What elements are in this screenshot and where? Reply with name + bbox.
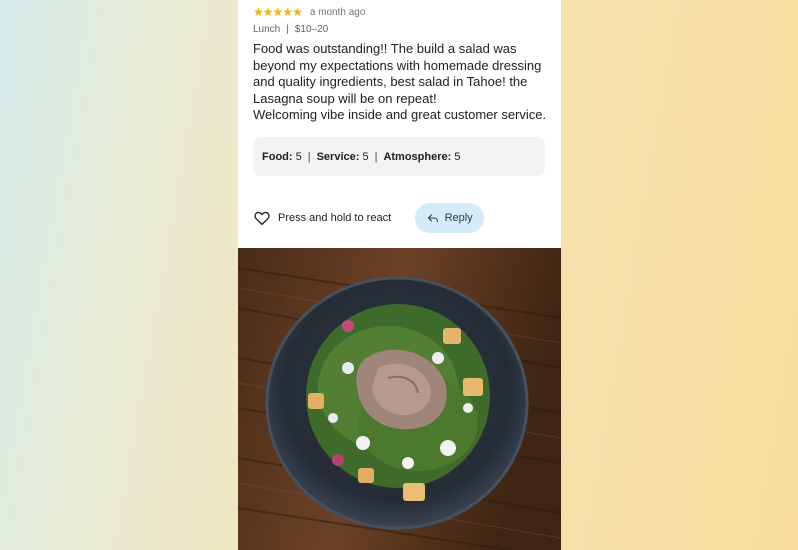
rating-service: Service: 5: [317, 151, 369, 163]
sub-ratings-box: Food: 5 | Service: 5 | Atmosphere: 5: [253, 137, 545, 176]
review-meta-row: ★ ★ ★ ★ ★ a month ago: [253, 6, 365, 18]
review-actions: Press and hold to react Reply: [253, 203, 553, 233]
rating-atmosphere: Atmosphere: 5: [383, 151, 460, 163]
review-text-paragraph: Welcoming vibe inside and great customer…: [253, 107, 547, 122]
star-icon: ★: [262, 5, 274, 19]
star-icon: ★: [253, 5, 264, 19]
review-text-paragraph: Food was outstanding!! The build a salad…: [253, 41, 542, 106]
heart-outline-icon: [254, 211, 270, 226]
rating-value: 5: [362, 150, 369, 163]
react-button[interactable]: Press and hold to react: [253, 209, 391, 227]
rating-label: Food:: [262, 150, 293, 163]
review-text: Food was outstanding!! The build a salad…: [253, 41, 553, 124]
reply-button[interactable]: Reply: [415, 203, 485, 233]
rating-food: Food: 5: [262, 151, 302, 163]
rating-value: 5: [295, 150, 302, 163]
tag-separator: |: [286, 24, 289, 35]
review-time: a month ago: [309, 6, 366, 18]
star-icon: ★: [292, 5, 303, 19]
star-rating: ★ ★ ★ ★ ★: [253, 5, 303, 19]
react-label: Press and hold to react: [278, 212, 392, 224]
rating-divider: |: [374, 150, 378, 163]
rating-divider: |: [307, 150, 311, 163]
reply-label: Reply: [444, 212, 473, 224]
salad-photo-image: [238, 248, 561, 550]
rating-label: Atmosphere:: [383, 150, 452, 163]
star-icon: ★: [282, 5, 293, 19]
reply-arrow-icon: [427, 214, 438, 223]
meal-type: Lunch: [253, 24, 281, 35]
rating-label: Service:: [316, 150, 360, 163]
review-photo[interactable]: [238, 248, 561, 550]
review-tags: Lunch | $10–20: [253, 24, 328, 35]
review-card: ★ ★ ★ ★ ★ a month ago Lunch | $10–20 Foo…: [238, 0, 561, 550]
star-icon: ★: [272, 5, 284, 19]
rating-value: 5: [454, 150, 461, 163]
price-range: $10–20: [294, 24, 329, 35]
